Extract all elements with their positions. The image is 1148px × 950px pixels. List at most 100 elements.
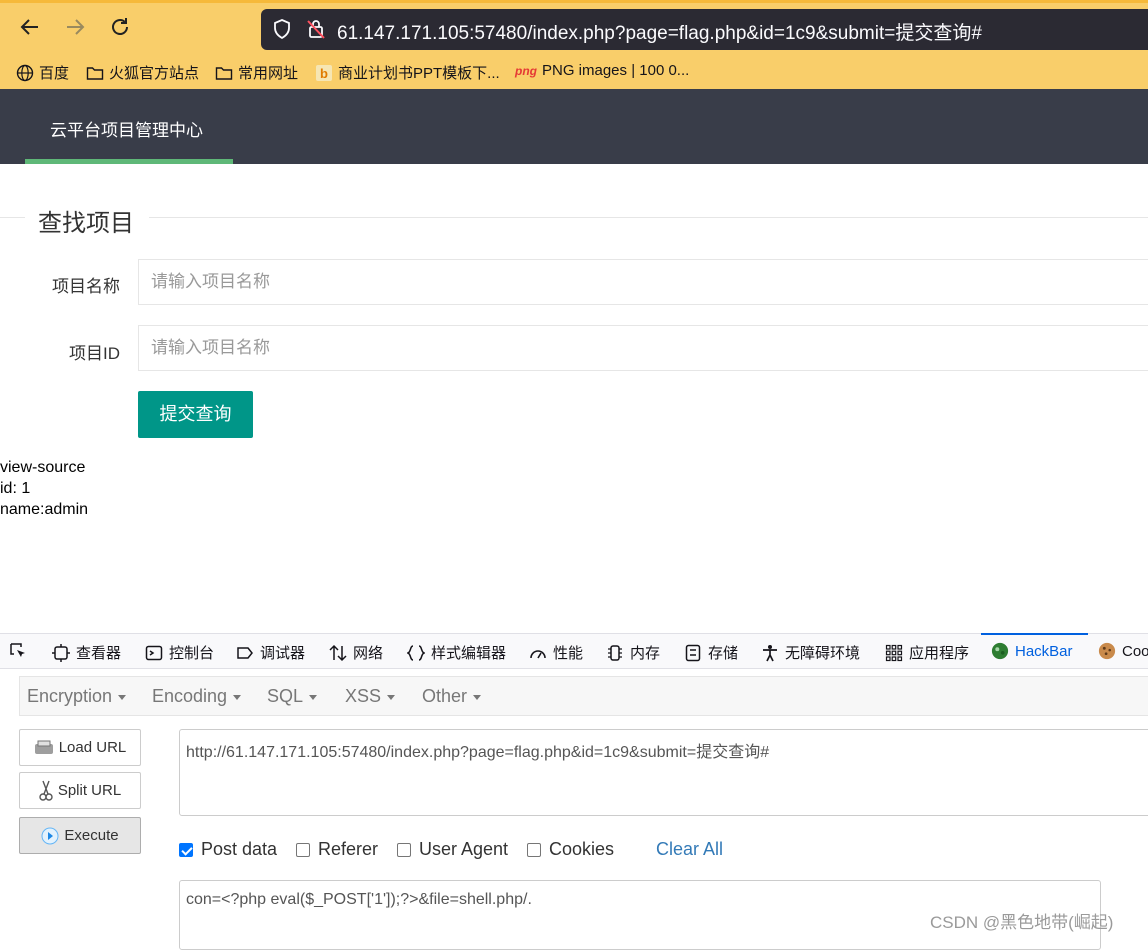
checkbox-checked[interactable] <box>179 842 193 857</box>
shield-icon[interactable] <box>271 18 293 40</box>
tab-debugger[interactable]: 调试器 <box>236 642 305 663</box>
bookmark-firefox-site[interactable]: 火狐官方站点 <box>86 62 199 83</box>
checkbox[interactable] <box>527 842 541 857</box>
bookmark-common-sites[interactable]: 常用网址 <box>215 62 298 83</box>
caret-down-icon <box>473 694 482 700</box>
svg-text:b: b <box>320 66 328 81</box>
tab-network[interactable]: 网络 <box>329 642 383 663</box>
globe-icon <box>16 64 34 81</box>
option-user-agent[interactable]: User Agent <box>397 839 508 860</box>
forward-button[interactable] <box>61 16 89 44</box>
site-brand[interactable]: 云平台项目管理中心 <box>50 116 203 141</box>
application-icon <box>885 644 903 661</box>
project-id-label: 项目ID <box>69 344 120 363</box>
tab-performance[interactable]: 性能 <box>529 642 583 663</box>
url-bar[interactable]: 61.147.171.105:57480/index.php?page=flag… <box>261 9 1148 50</box>
menu-label: Other <box>422 686 468 706</box>
debugger-icon <box>237 646 253 659</box>
arrow-right-icon <box>67 19 85 35</box>
hackbar-url-textarea[interactable]: http://61.147.171.105:57480/index.php?pa… <box>179 729 1148 816</box>
option-referer[interactable]: Referer <box>296 839 378 860</box>
button-label: Load URL <box>58 739 127 756</box>
tab-label: 内存 <box>630 645 661 662</box>
bookmark-png-images[interactable]: png PNG images | 100 0... <box>515 62 689 79</box>
project-id-input[interactable] <box>138 325 1148 371</box>
menu-xss[interactable]: XSS <box>345 686 396 707</box>
option-label: User Agent <box>419 839 509 859</box>
url-host: 61.147.171.105 <box>337 23 470 44</box>
menu-other[interactable]: Other <box>422 686 482 707</box>
option-post-data[interactable]: Post data <box>179 839 277 860</box>
tab-label: 调试器 <box>260 645 306 662</box>
bookmark-label: 常用网址 <box>238 65 299 82</box>
browser-toolbar: 61.147.171.105:57480/index.php?page=flag… <box>0 0 1148 56</box>
bookmark-ppt-template[interactable]: b 商业计划书PPT模板下... <box>315 62 500 83</box>
png-icon: png <box>515 63 537 78</box>
arrow-left-icon <box>20 19 38 35</box>
execute-button[interactable]: Execute <box>19 817 141 854</box>
tab-storage[interactable]: 存储 <box>684 642 738 663</box>
memory-icon <box>608 644 622 661</box>
tab-inspector[interactable]: 查看器 <box>52 642 121 663</box>
folder-icon <box>215 66 233 80</box>
project-name-input[interactable] <box>138 259 1148 305</box>
inspector-icon <box>52 643 70 662</box>
nav-active-underline <box>25 159 233 164</box>
back-button[interactable] <box>16 16 44 44</box>
accessibility-icon <box>763 644 777 661</box>
tab-label: 存储 <box>708 645 739 662</box>
console-icon <box>145 645 163 660</box>
bookmark-label: 商业计划书PPT模板下... <box>338 65 500 82</box>
performance-icon <box>530 649 546 658</box>
bookmark-label: 火狐官方站点 <box>109 65 200 82</box>
play-icon <box>41 827 59 844</box>
output-line: id: 1 <box>0 480 31 497</box>
site-navbar: 云平台项目管理中心 <box>0 89 1148 164</box>
active-tab-indicator <box>981 633 1088 635</box>
output-line: name:admin <box>0 501 89 518</box>
caret-down-icon <box>309 694 318 700</box>
tab-console[interactable]: 控制台 <box>145 642 214 663</box>
submit-query-button[interactable]: 提交查询 <box>138 391 253 438</box>
split-url-button[interactable]: Split URL <box>19 772 141 809</box>
url-path: :57480/index.php?page=flag.php&id=1c9&su… <box>469 23 982 44</box>
tab-label: 样式编辑器 <box>431 645 507 662</box>
reload-button[interactable] <box>106 16 134 44</box>
menu-label: XSS <box>345 686 382 706</box>
element-picker-button[interactable] <box>9 642 27 660</box>
caret-down-icon <box>118 694 127 700</box>
checkbox[interactable] <box>397 842 411 857</box>
bookmark-b-icon: b <box>316 64 332 81</box>
menu-label: Encryption <box>27 686 113 706</box>
tab-cookies[interactable]: Coo <box>1098 642 1148 660</box>
tab-label: 性能 <box>553 645 584 662</box>
tab-label: 控制台 <box>169 645 215 662</box>
menu-encoding[interactable]: Encoding <box>152 686 242 707</box>
tab-style-editor[interactable]: 样式编辑器 <box>407 642 506 663</box>
option-cookies[interactable]: Cookies <box>527 839 614 860</box>
scissors-icon <box>39 780 53 801</box>
tab-application[interactable]: 应用程序 <box>885 642 969 663</box>
load-url-button[interactable]: Load URL <box>19 729 141 766</box>
fieldset-line-right <box>149 217 1148 218</box>
menu-encryption[interactable]: Encryption <box>27 686 127 707</box>
project-name-label: 项目名称 <box>52 277 120 296</box>
insecure-lock-icon[interactable] <box>305 18 327 40</box>
fieldset-line-left <box>0 217 25 218</box>
clear-all-link[interactable]: Clear All <box>656 839 723 860</box>
load-url-icon <box>34 740 53 754</box>
cookie-icon <box>1098 642 1116 660</box>
tab-label: Coo <box>1122 642 1148 660</box>
tab-memory[interactable]: 内存 <box>606 642 660 663</box>
tab-accessibility[interactable]: 无障碍环境 <box>761 642 860 663</box>
bookmarks-bar: 百度 火狐官方站点 常用网址 b 商业计划书PPT模板下... png PNG … <box>0 56 1148 89</box>
storage-icon <box>685 644 701 661</box>
bookmark-label: PNG images | 100 0... <box>542 62 690 79</box>
menu-sql[interactable]: SQL <box>267 686 318 707</box>
tab-hackbar[interactable]: HackBar <box>991 642 1073 660</box>
tab-label: 查看器 <box>76 645 122 662</box>
caret-down-icon <box>387 694 396 700</box>
url-text[interactable]: 61.147.171.105:57480/index.php?page=flag… <box>337 18 982 45</box>
checkbox[interactable] <box>296 842 310 857</box>
bookmark-baidu[interactable]: 百度 <box>16 62 69 83</box>
